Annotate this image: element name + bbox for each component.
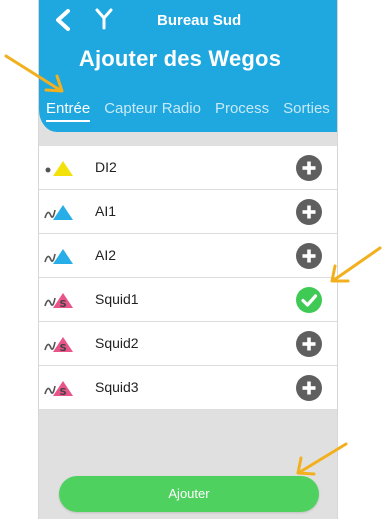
annotation-arrow-icon [4, 54, 64, 93]
wego-list: DI2 AI1 AI2 S Squid1 S Squid2 S Squid3 [39, 146, 337, 410]
plus-icon [302, 205, 316, 219]
svg-text:S: S [60, 343, 67, 354]
site-name: Bureau Sud [157, 12, 242, 29]
tab-process[interactable]: Process [215, 100, 269, 120]
wego-logo-icon [95, 8, 113, 30]
svg-text:S: S [60, 299, 67, 310]
plus-icon [302, 249, 316, 263]
list-item-di2[interactable]: DI2 [39, 146, 337, 190]
item-label: Squid3 [95, 379, 139, 395]
page-title: Ajouter des Wegos [78, 46, 282, 71]
list-item-squid3[interactable]: S Squid3 [39, 366, 337, 410]
plus-icon [302, 381, 316, 395]
tab-capteur-radio[interactable]: Capteur Radio [104, 100, 201, 120]
add-item-button[interactable] [296, 155, 322, 181]
item-label: Squid1 [95, 291, 139, 307]
squid-sensor-icon: S [44, 293, 73, 310]
list-item-ai2[interactable]: AI2 [39, 234, 337, 278]
item-label: DI2 [95, 159, 117, 175]
analog-input-icon [44, 205, 73, 220]
list-item-squid2[interactable]: S Squid2 [39, 322, 337, 366]
app-header: Bureau Sud Ajouter des Wegos Entrée Capte… [39, 0, 337, 132]
item-label: AI1 [95, 203, 117, 219]
squid-sensor-icon: S [44, 337, 73, 354]
plus-icon [302, 161, 316, 175]
item-label: AI2 [95, 247, 117, 263]
add-item-button[interactable] [296, 331, 322, 357]
checkmark-icon [301, 294, 318, 307]
annotation-arrow-icon [330, 246, 382, 283]
ajouter-button[interactable]: Ajouter [59, 476, 319, 512]
analog-input-icon [44, 249, 73, 264]
add-item-button[interactable] [296, 375, 322, 401]
item-label: Squid2 [95, 335, 139, 351]
added-item-button[interactable] [296, 287, 322, 313]
list-item-ai1[interactable]: AI1 [39, 190, 337, 234]
add-item-button[interactable] [296, 243, 322, 269]
plus-icon [302, 337, 316, 351]
category-tabs: Entrée Capteur Radio Process Sorties [46, 100, 337, 124]
svg-text:S: S [60, 387, 67, 398]
squid-sensor-icon: S [44, 381, 73, 398]
add-item-button[interactable] [296, 199, 322, 225]
digital-input-icon [45, 161, 73, 176]
tab-sorties[interactable]: Sorties [283, 100, 330, 120]
annotation-arrow-icon [296, 442, 348, 476]
chevron-left-icon[interactable] [53, 8, 73, 32]
tab-entree[interactable]: Entrée [46, 100, 91, 122]
list-item-squid1[interactable]: S Squid1 [39, 278, 337, 322]
